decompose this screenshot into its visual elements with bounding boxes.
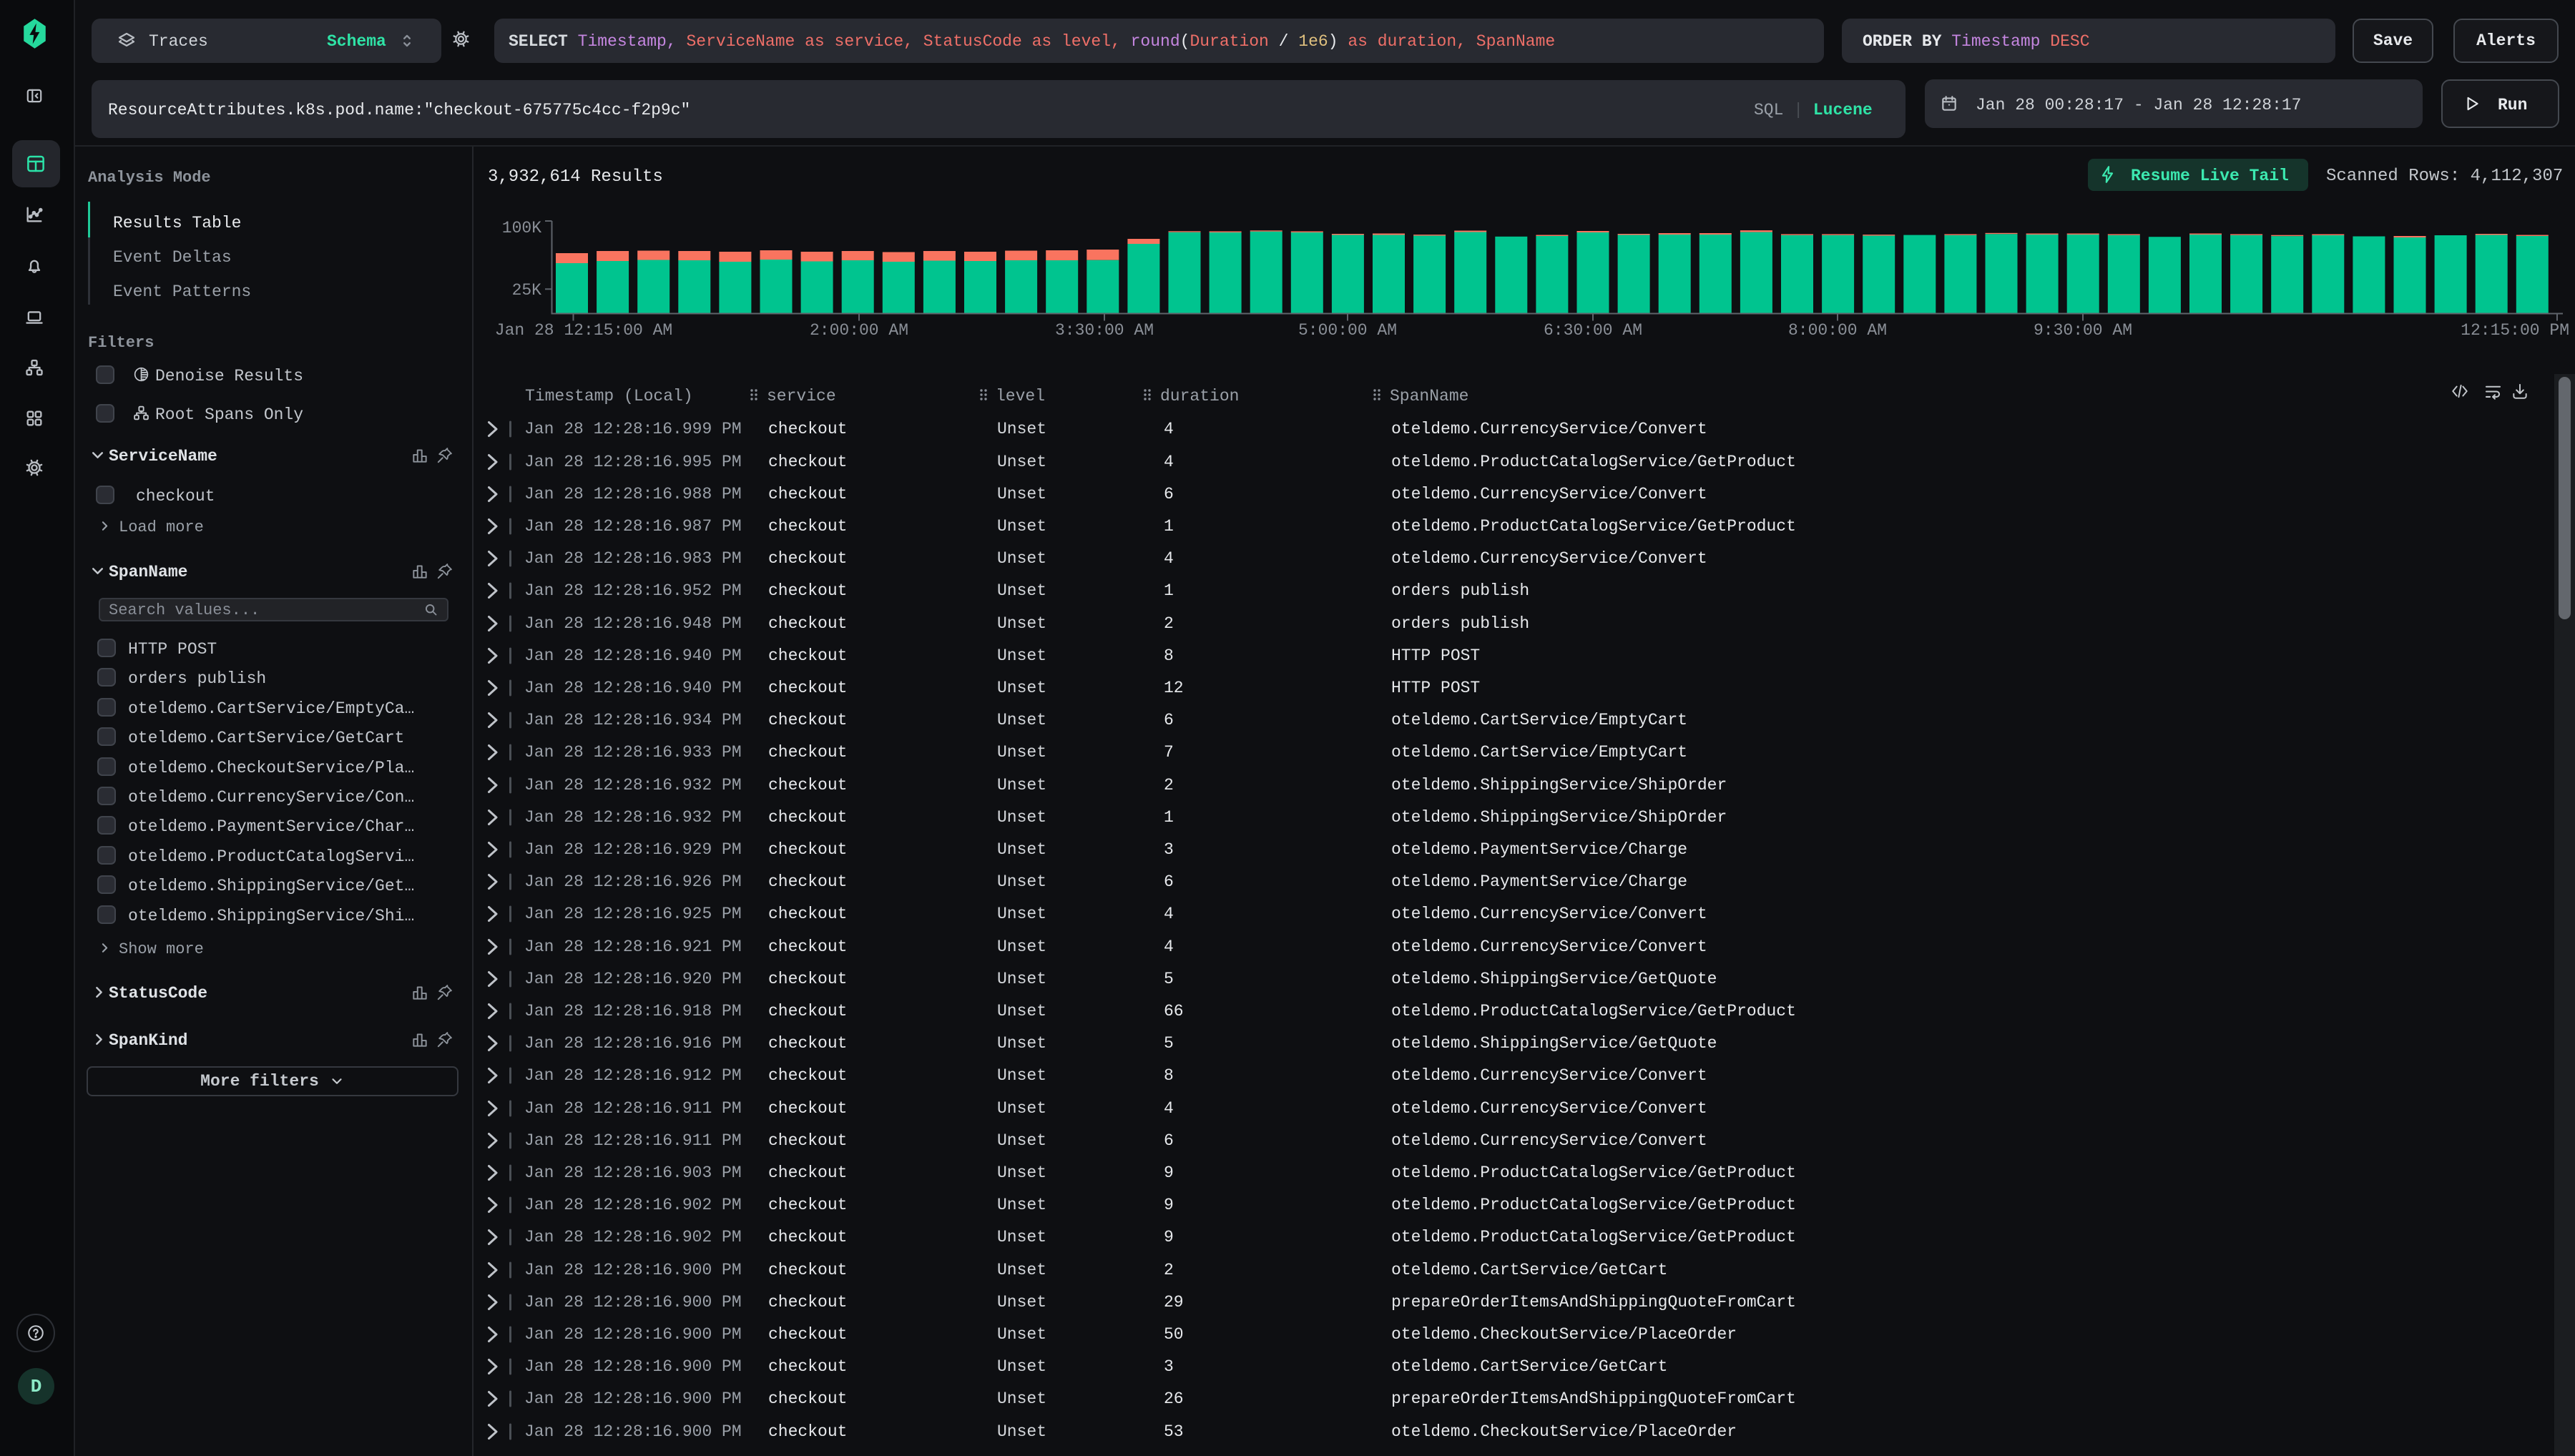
svg-text:25K: 25K (512, 281, 542, 300)
svg-text:6:30:00 AM: 6:30:00 AM (1544, 321, 1642, 340)
svg-text:Jan 28 12:15:00 AM: Jan 28 12:15:00 AM (495, 321, 672, 340)
svg-text:12:15:00 PM: 12:15:00 PM (2461, 321, 2569, 340)
svg-text:2:00:00 AM: 2:00:00 AM (810, 321, 908, 340)
svg-text:3:30:00 AM: 3:30:00 AM (1055, 321, 1154, 340)
svg-text:100K: 100K (502, 219, 541, 237)
svg-text:5:00:00 AM: 5:00:00 AM (1298, 321, 1397, 340)
svg-text:9:30:00 AM: 9:30:00 AM (2034, 321, 2132, 340)
svg-text:8:00:00 AM: 8:00:00 AM (1788, 321, 1887, 340)
